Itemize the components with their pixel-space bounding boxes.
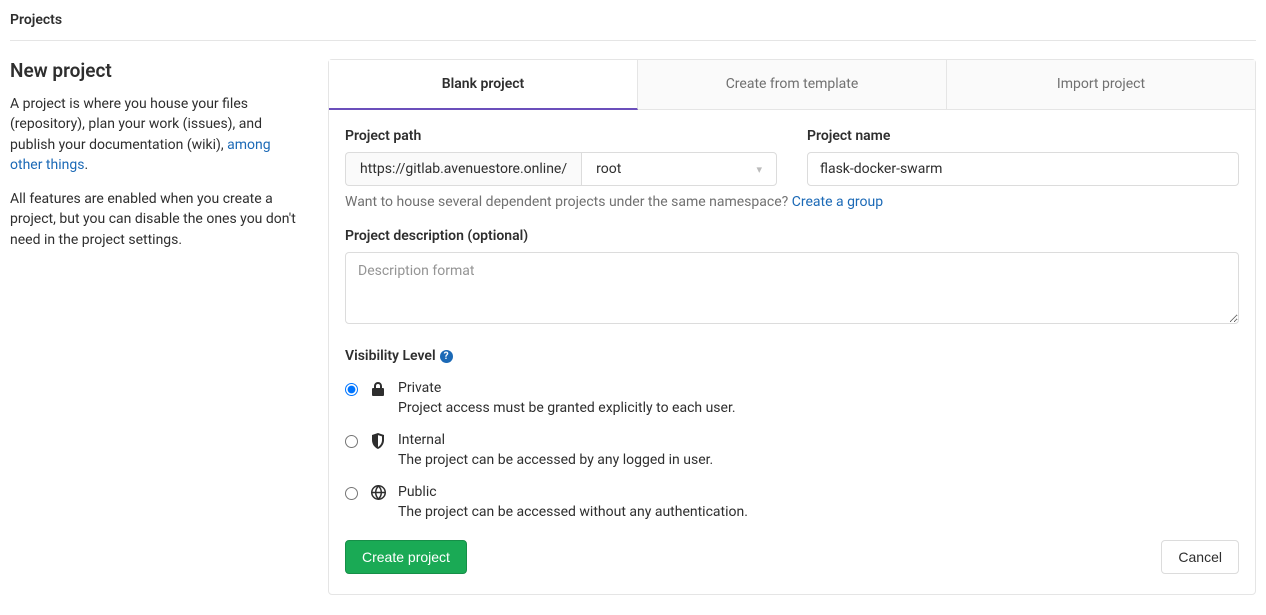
project-description-label: Project description (optional) — [345, 228, 1239, 244]
project-path-prefix: https://gitlab.avenuestore.online/ — [345, 152, 581, 186]
shield-icon — [370, 433, 386, 449]
sidebar-desc-text: A project is where you house your files … — [10, 96, 262, 153]
visibility-internal-title: Internal — [398, 432, 713, 448]
project-name-label: Project name — [807, 128, 1239, 144]
page-title: New project — [10, 59, 298, 82]
visibility-public-radio[interactable] — [345, 487, 358, 500]
sidebar-desc-period: . — [84, 157, 88, 173]
visibility-public-title: Public — [398, 484, 748, 500]
create-project-button[interactable]: Create project — [345, 540, 467, 574]
breadcrumb[interactable]: Projects — [10, 8, 1256, 41]
visibility-internal-desc: The project can be accessed by any logge… — [398, 452, 713, 468]
project-path-label: Project path — [345, 128, 777, 144]
help-icon[interactable]: ? — [440, 350, 453, 363]
sidebar-description-1: A project is where you house your files … — [10, 94, 298, 175]
project-name-input[interactable] — [807, 152, 1239, 186]
visibility-private-desc: Project access must be granted explicitl… — [398, 400, 736, 416]
sidebar: New project A project is where you house… — [10, 59, 298, 595]
tab-create-from-template[interactable]: Create from template — [638, 60, 947, 109]
namespace-selected-value: root — [596, 161, 621, 177]
tab-import-project[interactable]: Import project — [947, 60, 1255, 109]
sidebar-description-2: All features are enabled when you create… — [10, 189, 298, 250]
project-description-input[interactable] — [345, 252, 1239, 324]
tab-blank-project[interactable]: Blank project — [329, 60, 638, 110]
cancel-button[interactable]: Cancel — [1161, 540, 1239, 574]
globe-icon — [370, 485, 386, 500]
project-type-tabs: Blank project Create from template Impor… — [329, 60, 1255, 110]
chevron-down-icon: ▾ — [756, 163, 762, 176]
group-hint: Want to house several dependent projects… — [345, 194, 1239, 210]
create-a-group-link[interactable]: Create a group — [792, 194, 883, 210]
visibility-private-title: Private — [398, 380, 736, 396]
namespace-select[interactable]: root ▾ — [581, 152, 777, 186]
lock-icon — [370, 381, 386, 397]
visibility-public-desc: The project can be accessed without any … — [398, 504, 748, 520]
group-hint-text: Want to house several dependent projects… — [345, 194, 792, 210]
visibility-internal-radio[interactable] — [345, 435, 358, 448]
main-panel: Blank project Create from template Impor… — [328, 59, 1256, 595]
visibility-private-radio[interactable] — [345, 383, 358, 396]
visibility-level-label: Visibility Level — [345, 348, 436, 364]
